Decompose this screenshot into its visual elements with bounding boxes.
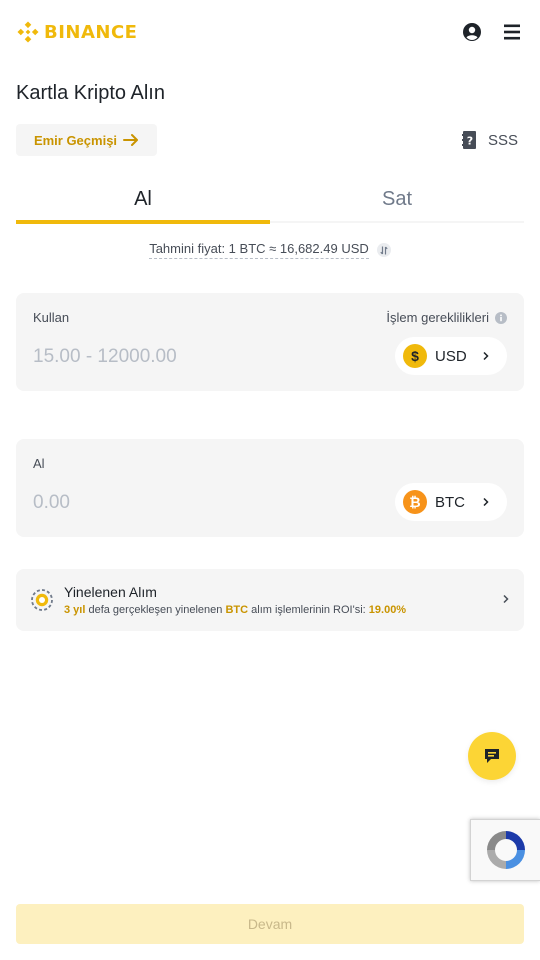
receive-card: Al ₿ BTC (16, 439, 524, 537)
recaptcha-badge[interactable] (470, 819, 540, 881)
estimated-price: Tahmini fiyat: 1 BTC ≈ 16,682.49 USD (149, 241, 369, 259)
faq-link[interactable]: ? SSS (462, 128, 518, 152)
faq-book-icon: ? (462, 131, 476, 149)
chat-icon (485, 749, 499, 763)
usd-coin-icon: $ (403, 344, 427, 368)
receive-currency-code: BTC (435, 493, 465, 511)
buy-sell-tabs: Al Sat (16, 178, 524, 224)
recaptcha-icon (486, 831, 525, 869)
binance-logo[interactable]: BINANCE (16, 20, 137, 44)
menu-icon[interactable] (500, 20, 524, 44)
receive-label: Al (33, 456, 45, 471)
spend-card: Kullan İşlem gereklilikleri $ USD (16, 293, 524, 391)
tab-divider (270, 221, 524, 223)
recurring-period: 3 yıl (64, 604, 86, 616)
receive-amount-input[interactable] (33, 491, 373, 515)
arrow-right-icon (123, 134, 139, 146)
tab-sell[interactable]: Sat (270, 178, 524, 220)
recurring-asset: BTC (225, 604, 249, 616)
account-icon[interactable] (460, 20, 484, 44)
tab-buy[interactable]: Al (16, 178, 270, 220)
support-chat-button[interactable] (468, 732, 516, 780)
info-icon[interactable] (495, 311, 507, 324)
order-history-label: Emir Geçmişi (33, 132, 118, 148)
btc-coin-icon: ₿ (403, 490, 427, 514)
recurring-buy-card[interactable]: Yinelenen Alım 3 yıl defa gerçekleşen yi… (16, 569, 524, 631)
spend-currency-code: USD (435, 347, 467, 365)
spend-label: Kullan (33, 310, 70, 325)
recurring-buy-description: 3 yıl defa gerçekleşen yinelenen BTC alı… (64, 604, 406, 616)
chevron-right-icon (503, 594, 509, 604)
recurring-text-1: defa gerçekleşen yinelenen (88, 604, 223, 616)
continue-button[interactable]: Devam (16, 904, 524, 944)
recurring-buy-icon (31, 589, 53, 611)
page-title: Kartla Kripto Alın (16, 82, 165, 104)
estimated-price-row: Tahmini fiyat: 1 BTC ≈ 16,682.49 USD (0, 240, 540, 260)
spend-currency-selector[interactable]: $ USD (395, 337, 507, 375)
transaction-requirements[interactable]: İşlem gereklilikleri (386, 310, 507, 325)
chevron-right-icon (477, 351, 495, 361)
binance-logo-icon (17, 21, 39, 43)
order-history-button[interactable]: Emir Geçmişi (16, 124, 157, 156)
recurring-buy-title: Yinelenen Alım (64, 584, 157, 600)
svg-text:?: ? (467, 135, 473, 148)
recurring-roi: 19.00% (368, 604, 407, 616)
requirements-label: İşlem gereklilikleri (386, 310, 489, 325)
logo-text: BINANCE (44, 21, 138, 43)
swap-arrows-icon[interactable] (376, 243, 391, 257)
recurring-text-2: alım işlemlerinin ROI'si: (251, 604, 366, 616)
active-tab-indicator (16, 220, 270, 224)
faq-label: SSS (488, 131, 519, 149)
chevron-right-icon (477, 497, 495, 507)
top-bar: BINANCE (0, 0, 540, 64)
spend-amount-input[interactable] (33, 345, 373, 369)
receive-currency-selector[interactable]: ₿ BTC (395, 483, 507, 521)
